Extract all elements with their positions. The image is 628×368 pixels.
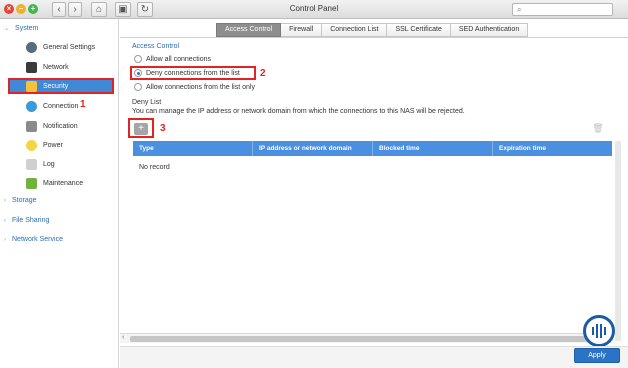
search-input[interactable]: ⌕ <box>512 3 613 16</box>
footer-bar <box>120 346 628 368</box>
search-icon: ⌕ <box>517 5 522 14</box>
radio-allow-list-only[interactable]: Allow connections from the list only <box>134 82 255 92</box>
chevron-right-icon: › <box>4 218 6 224</box>
add-button[interactable]: + <box>134 123 148 135</box>
deny-list-table: Type IP address or network domain Blocke… <box>133 141 612 179</box>
sound-bars-icon <box>592 324 606 338</box>
sidebar-item-power[interactable]: Power <box>26 137 63 153</box>
radio-button[interactable] <box>134 83 142 91</box>
apply-button[interactable]: Apply <box>574 348 620 363</box>
access-control-title: Access Control <box>132 43 180 50</box>
sidebar-item-notification[interactable]: Notification <box>26 118 78 134</box>
column-expiration-time[interactable]: Expiration time <box>493 141 612 156</box>
lock-icon <box>26 80 37 92</box>
notification-icon <box>26 120 37 132</box>
vertical-scrollbar[interactable] <box>615 141 621 341</box>
lightbulb-icon <box>26 139 37 151</box>
radio-deny-list[interactable]: Deny connections from the list <box>134 68 240 78</box>
chevron-down-icon: ⌄ <box>4 26 10 32</box>
tab-connection-list[interactable]: Connection List <box>322 23 388 37</box>
empty-state-text: No record <box>139 164 170 171</box>
chevron-right-icon: › <box>4 237 6 243</box>
sidebar-section-storage[interactable]: › Storage <box>4 197 37 204</box>
annotation-1: 1 <box>80 99 86 110</box>
tab-divider <box>120 37 628 38</box>
title-bar: × – + ‹ › ⌂ ▣ ↻ Control Panel ⌕ <box>0 0 628 19</box>
gear-icon <box>26 41 37 53</box>
sidebar-section-file-sharing[interactable]: › File Sharing <box>4 217 49 224</box>
deny-list-description: You can manage the IP address or network… <box>132 108 465 115</box>
scrollbar-thumb[interactable] <box>130 336 600 342</box>
log-icon <box>26 158 37 170</box>
radio-button-selected[interactable] <box>134 69 142 77</box>
sidebar-item-general-settings[interactable]: General Settings <box>26 39 95 55</box>
help-assistant-icon[interactable] <box>583 315 615 347</box>
sidebar-item-connection[interactable]: Connection <box>26 98 78 114</box>
annotation-2: 2 <box>260 68 266 79</box>
main-panel: Access Control Firewall Connection List … <box>120 19 628 349</box>
table-header: Type IP address or network domain Blocke… <box>133 141 612 156</box>
radio-button[interactable] <box>134 55 142 63</box>
sidebar: ⌄ System General Settings Network Securit… <box>0 19 119 368</box>
plus-icon: + <box>138 123 144 134</box>
sidebar-section-system[interactable]: ⌄ System <box>4 25 38 32</box>
tab-ssl-certificate[interactable]: SSL Certificate <box>387 23 451 37</box>
tab-sed-authentication[interactable]: SED Authentication <box>450 23 529 37</box>
sidebar-section-network-service[interactable]: › Network Service <box>4 236 63 243</box>
annotation-3: 3 <box>160 123 166 134</box>
horizontal-scrollbar[interactable]: ‹ <box>120 333 614 343</box>
column-blocked-time[interactable]: Blocked time <box>373 141 493 156</box>
globe-icon <box>26 100 37 112</box>
tab-access-control[interactable]: Access Control <box>216 23 282 37</box>
sidebar-item-security[interactable]: Security <box>8 78 114 94</box>
sidebar-item-maintenance[interactable]: Maintenance <box>26 175 83 191</box>
column-ip-address[interactable]: IP address or network domain <box>253 141 373 156</box>
tab-firewall[interactable]: Firewall <box>281 23 323 37</box>
tab-bar: Access Control Firewall Connection List … <box>216 23 529 37</box>
trash-icon: 🗑 <box>592 123 604 133</box>
network-icon <box>26 61 37 73</box>
delete-button[interactable]: 🗑 <box>592 123 604 135</box>
radio-allow-all[interactable]: Allow all connections <box>134 54 211 64</box>
tools-icon <box>26 177 37 189</box>
chevron-left-icon[interactable]: ‹ <box>122 334 124 341</box>
column-type[interactable]: Type <box>133 141 253 156</box>
sidebar-item-log[interactable]: Log <box>26 156 55 172</box>
sidebar-item-network[interactable]: Network <box>26 59 69 75</box>
chevron-right-icon: › <box>4 198 6 204</box>
deny-list-title: Deny List <box>132 99 162 106</box>
